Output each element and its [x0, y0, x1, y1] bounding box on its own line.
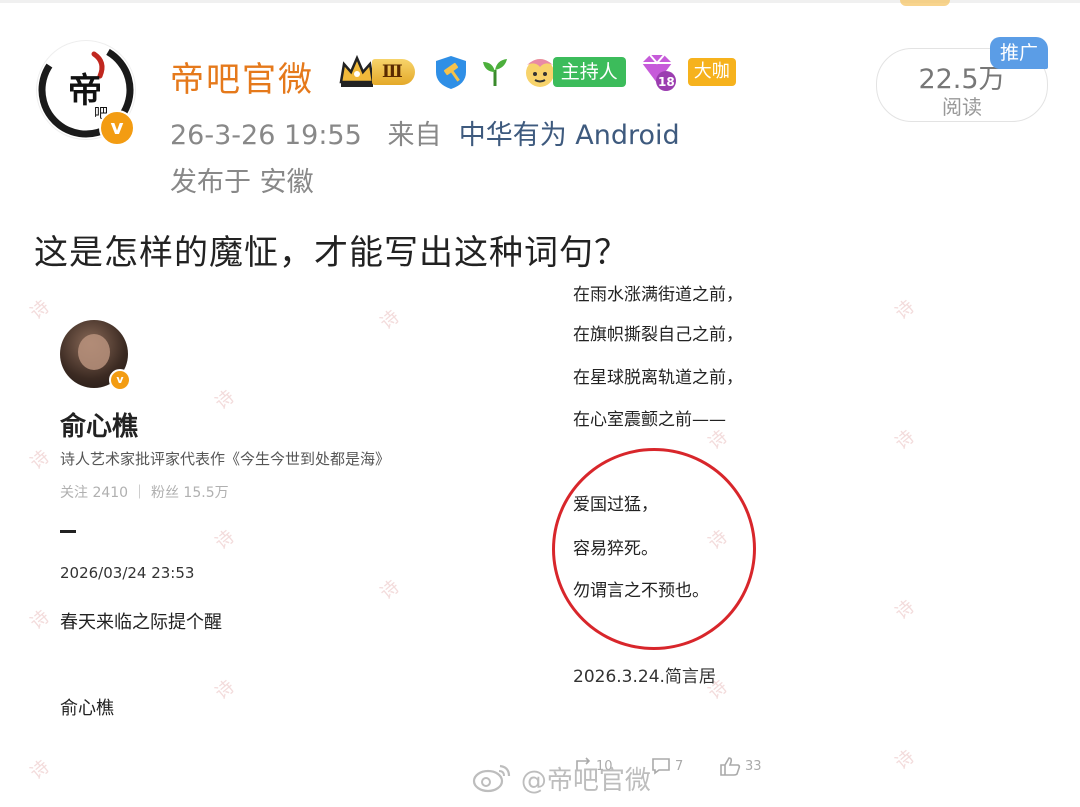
post-source-link[interactable]: 中华有为 Android — [459, 120, 680, 151]
embedded-dash — [60, 530, 76, 533]
poem-line: 在星球脱离轨道之前， — [573, 368, 743, 388]
member-level-badge[interactable]: Ⅲ — [338, 54, 415, 90]
source-prefix: 来自 — [387, 120, 442, 151]
embedded-comment: 7 — [651, 754, 683, 778]
embedded-verified-icon: v — [109, 369, 131, 391]
bg-watermark: 诗 — [26, 756, 54, 784]
circled-line: 爱国过猛， — [573, 495, 658, 515]
embedded-remind-text: 春天来临之际提个醒 — [60, 612, 222, 633]
author-name[interactable]: 帝吧官微 — [170, 52, 314, 101]
member-level-label: Ⅲ — [372, 59, 415, 85]
poem-line: 在心室震颤之前—— — [573, 410, 726, 430]
comment-count: 7 — [675, 758, 684, 774]
shield-hammer-icon[interactable] — [433, 54, 469, 90]
bg-watermark: 诗 — [376, 576, 404, 604]
bg-watermark: 诗 — [891, 426, 919, 454]
bg-watermark: 诗 — [26, 606, 54, 634]
host-badge-label: 主持人 — [552, 57, 626, 87]
bg-watermark: 诗 — [376, 306, 404, 334]
vip-level-label: 18 — [658, 75, 675, 89]
embedded-signature: 俞心樵 — [60, 698, 114, 719]
watermark-handle: @帝吧官微 — [520, 766, 651, 796]
bg-watermark: 诗 — [26, 296, 54, 324]
post-text[interactable]: 这是怎样的魔怔，才能写出这种词句？ — [34, 225, 629, 274]
weibo-logo-icon — [472, 764, 511, 793]
post-location: 发布于 安徽 — [170, 167, 314, 198]
dakai-badge[interactable]: 大咖 — [687, 58, 736, 86]
bg-watermark: 诗 — [891, 296, 919, 324]
top-decoration — [900, 0, 950, 6]
read-label: 阅读 — [942, 95, 982, 119]
like-count: 33 — [745, 758, 762, 774]
verified-badge-icon: v — [99, 110, 135, 146]
poem-line: 在雨水涨满街道之前， — [573, 285, 743, 305]
circled-line: 勿谓言之不预也。 — [573, 581, 709, 601]
post-meta: 26-3-26 19:55 来自 中华有为 Android — [170, 113, 680, 152]
embedded-like: 33 — [719, 754, 762, 778]
embedded-author-desc: 诗人艺术家批评家代表作《今生今世到处都是海》 — [60, 450, 391, 468]
bg-watermark: 诗 — [211, 676, 239, 704]
sprout-icon[interactable] — [479, 56, 511, 88]
post-image[interactable]: 诗 诗 诗 诗 诗 诗 诗 诗 诗 诗 诗 诗 诗 诗 诗 诗 v 俞心樵 诗人… — [0, 276, 1080, 806]
vip-diamond-icon[interactable]: 18 — [636, 53, 678, 91]
poem-signature: 2026.3.24.简言居 — [573, 667, 716, 687]
embedded-author-name: 俞心樵 — [60, 412, 139, 442]
bg-watermark: 诗 — [891, 596, 919, 624]
circled-line: 容易猝死。 — [573, 539, 658, 559]
crown-icon — [339, 54, 375, 87]
embedded-author-stats: 关注 2410 ｜ 粉丝 15.5万 — [60, 485, 229, 501]
weibo-watermark: @帝吧官微 — [472, 760, 651, 797]
avatar-char: 帝 — [68, 71, 102, 111]
bg-watermark: 诗 — [211, 526, 239, 554]
author-badges: Ⅲ 主持人 18 大咖 — [338, 52, 736, 92]
poem-line: 在旗帜撕裂自己之前， — [573, 325, 743, 345]
comment-icon — [652, 758, 670, 775]
post-time: 26-3-26 19:55 — [170, 120, 362, 151]
embedded-date: 2026/03/24 23:53 — [60, 564, 195, 582]
bg-watermark: 诗 — [211, 386, 239, 414]
host-badge[interactable]: 主持人 — [521, 53, 626, 91]
promoted-tag: 推广 — [990, 37, 1048, 69]
bg-watermark: 诗 — [26, 446, 54, 474]
bg-watermark: 诗 — [891, 746, 919, 774]
like-icon — [720, 757, 741, 776]
